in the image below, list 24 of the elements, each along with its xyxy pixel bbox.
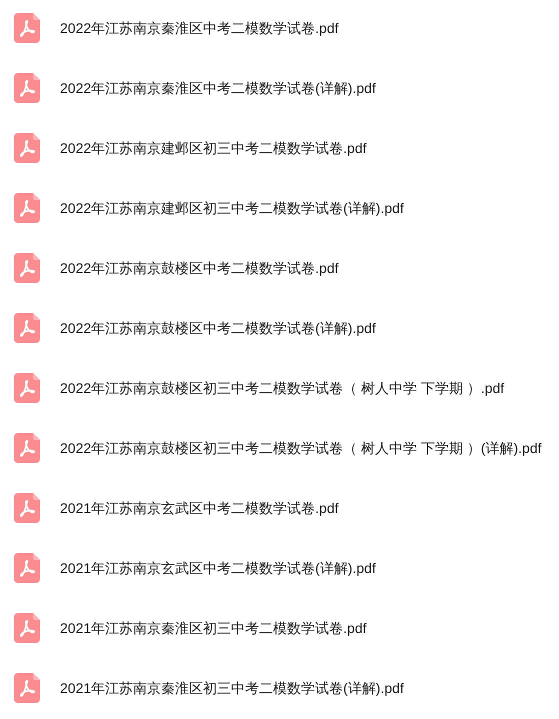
pdf-file-icon (14, 553, 40, 583)
pdf-file-icon (14, 373, 40, 403)
file-name[interactable]: 2022年江苏南京鼓楼区中考二模数学试卷(详解).pdf (60, 318, 376, 338)
pdf-file-icon (14, 673, 40, 703)
file-name[interactable]: 2022年江苏南京鼓楼区初三中考二模数学试卷（ 树人中学 下学期 ）(详解).pdf (60, 438, 542, 458)
file-name[interactable]: 2021年江苏南京秦淮区初三中考二模数学试卷(详解).pdf (60, 678, 404, 698)
file-name[interactable]: 2021年江苏南京秦淮区初三中考二模数学试卷.pdf (60, 618, 366, 638)
pdf-file-icon (14, 253, 40, 283)
file-name[interactable]: 2022年江苏南京鼓楼区初三中考二模数学试卷（ 树人中学 下学期 ）.pdf (60, 378, 504, 398)
pdf-file-icon (14, 73, 40, 103)
pdf-file-icon (14, 433, 40, 463)
file-name[interactable]: 2022年江苏南京鼓楼区中考二模数学试卷.pdf (60, 258, 338, 278)
file-name[interactable]: 2022年江苏南京秦淮区中考二模数学试卷(详解).pdf (60, 78, 376, 98)
file-name[interactable]: 2021年江苏南京玄武区中考二模数学试卷(详解).pdf (60, 558, 376, 578)
file-name[interactable]: 2022年江苏南京建邺区初三中考二模数学试卷.pdf (60, 138, 366, 158)
file-name[interactable]: 2022年江苏南京建邺区初三中考二模数学试卷(详解).pdf (60, 198, 404, 218)
pdf-file-icon (14, 313, 40, 343)
pdf-file-icon (14, 133, 40, 163)
pdf-file-icon (14, 493, 40, 523)
pdf-file-icon (14, 13, 40, 43)
file-name[interactable]: 2021年江苏南京玄武区中考二模数学试卷.pdf (60, 498, 338, 518)
file-name[interactable]: 2022年江苏南京秦淮区中考二模数学试卷.pdf (60, 18, 338, 38)
pdf-file-icon (14, 193, 40, 223)
pdf-file-icon (14, 613, 40, 643)
